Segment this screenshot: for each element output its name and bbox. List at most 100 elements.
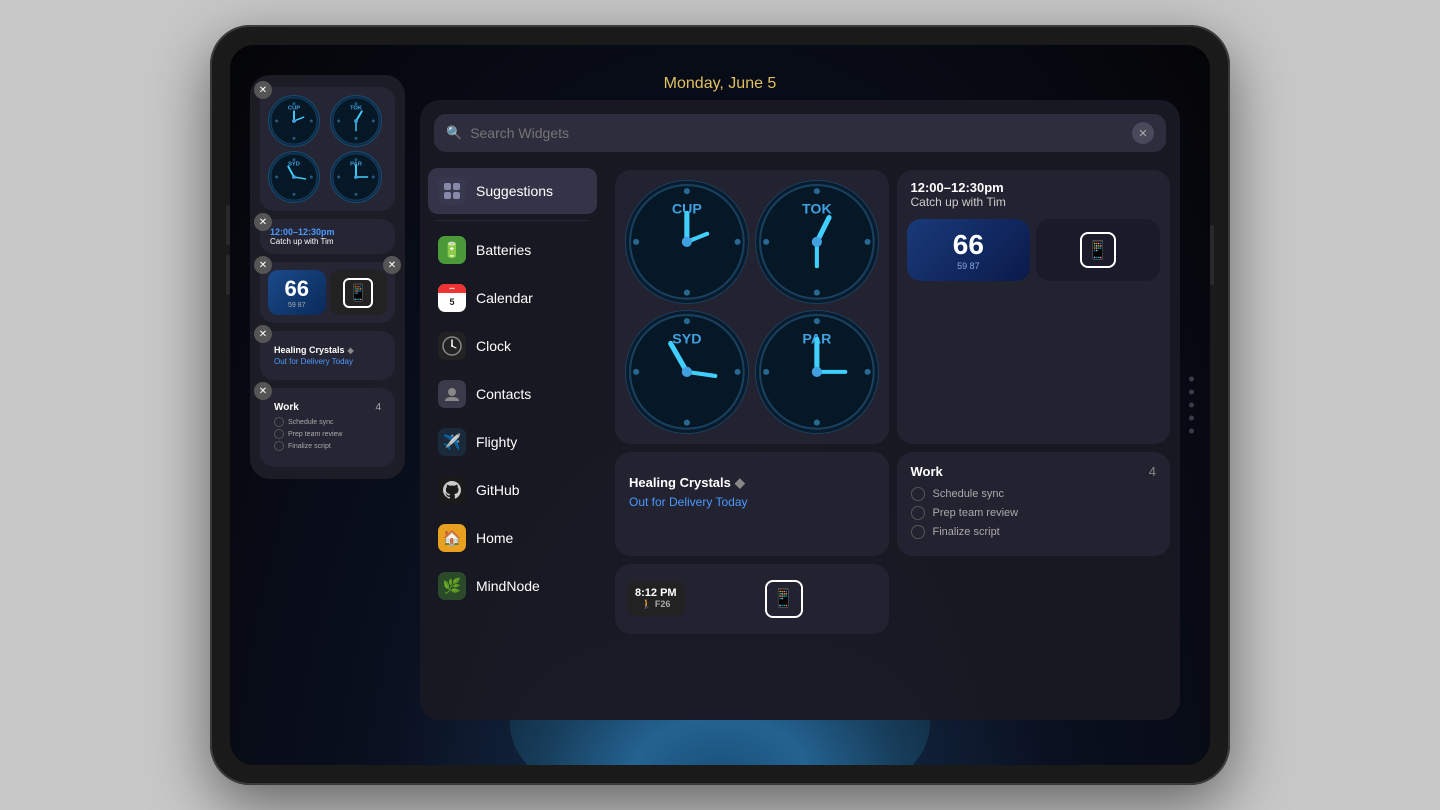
phone-icon: 📱	[343, 278, 373, 308]
crystals-content: Healing Crystals ◆ Out for Delivery Toda…	[268, 339, 387, 372]
preview-flight-widget[interactable]: 8:12 PM 🚶 F26 📱	[615, 564, 889, 634]
search-input[interactable]	[470, 125, 1124, 141]
preview-work-content: Work 4 Schedule sync Prep team review	[897, 452, 1171, 556]
preview-crystals-widget[interactable]: Healing Crystals ◆ Out for Delivery Toda…	[615, 452, 889, 556]
clock-widget-close[interactable]: ✕	[254, 81, 272, 99]
preview-work-count: 4	[1149, 464, 1156, 479]
preview-work-circle-3	[911, 525, 925, 539]
nav-item-contacts[interactable]: Contacts	[428, 371, 597, 417]
preview-phone-icon: 📱	[1080, 232, 1116, 268]
clock-widget-item[interactable]: ✕ CUP	[260, 87, 395, 211]
preview-flight-info: 8:12 PM 🚶 F26 📱	[627, 580, 877, 618]
preview-clock-syd: SYD	[625, 310, 749, 434]
work-item-text-1: Schedule sync	[288, 419, 334, 426]
nav-label-calendar: Calendar	[476, 290, 533, 306]
nav-label-batteries: Batteries	[476, 242, 531, 258]
search-bar[interactable]: 🔍 ✕	[434, 114, 1166, 152]
preview-work-title: Work	[911, 464, 943, 479]
mindnode-icon: 🌿	[438, 572, 466, 600]
work-widget-item[interactable]: ✕ Work 4 Schedule sync Prep team review	[260, 388, 395, 467]
preview-crystals-content: Healing Crystals ◆ Out for Delivery Toda…	[615, 452, 889, 532]
preview-calendar-widget[interactable]: 12:00–12:30pm Catch up with Tim 66 59 87	[897, 170, 1171, 444]
clock-face-cup: CUP	[268, 95, 320, 147]
nav-divider	[436, 220, 589, 221]
scroll-indicator	[1189, 377, 1194, 434]
widget-picker-panel: 🔍 ✕	[420, 100, 1180, 720]
ipad-frame: Monday, June 5 ✕ CUP	[210, 25, 1230, 785]
picker-content: Suggestions 🔋 Batteries ▪▪▪ 5	[420, 160, 1180, 720]
phone-icon-large: 📱	[765, 580, 803, 618]
batteries-icon: 🔋	[438, 236, 466, 264]
calendar-widget-item[interactable]: ✕ 12:00–12:30pm Catch up with Tim	[260, 219, 395, 254]
dot-3	[1189, 403, 1194, 408]
flight-time-block: 8:12 PM 🚶 F26	[627, 581, 685, 616]
phone-icon-right: 📱	[691, 580, 877, 618]
work-count: 4	[375, 402, 381, 413]
nav-item-calendar[interactable]: ▪▪▪ 5 Calendar	[428, 275, 597, 321]
preview-clock-grid: CUP	[615, 170, 889, 444]
work-header: Work 4	[274, 402, 381, 413]
weather-widget-item[interactable]: ✕ ✕ 66 59 87 📱	[260, 262, 395, 323]
preview-temp-widget: 66 59 87	[907, 219, 1031, 281]
widget-edit-list: ✕ CUP	[250, 75, 405, 479]
nav-item-clock[interactable]: Clock	[428, 323, 597, 369]
nav-label-github: GitHub	[476, 482, 520, 498]
calendar-icon: ▪▪▪ 5	[438, 284, 466, 312]
work-item-1: Schedule sync	[274, 417, 381, 427]
crystals-subtitle: Out for Delivery Today	[274, 357, 381, 366]
widget-preview-grid: CUP	[605, 160, 1180, 720]
preview-work-item-1: Schedule sync	[911, 487, 1157, 501]
work-item-text-3: Finalize script	[288, 443, 331, 450]
work-circle-3	[274, 441, 284, 451]
calendar-widget-close[interactable]: ✕	[254, 213, 272, 231]
dot-4	[1189, 416, 1194, 421]
date-display: Monday, June 5	[664, 75, 777, 93]
work-title: Work	[274, 402, 299, 413]
preview-work-widget[interactable]: Work 4 Schedule sync Prep team review	[897, 452, 1171, 556]
nav-item-github[interactable]: GitHub	[428, 467, 597, 513]
weather-grid: 66 59 87 📱	[268, 270, 387, 315]
nav-label-suggestions: Suggestions	[476, 183, 553, 199]
crystals-widget-close[interactable]: ✕	[254, 325, 272, 343]
svg-text:SYD: SYD	[672, 331, 701, 347]
work-item-text-2: Prep team review	[288, 431, 342, 438]
nav-item-mindnode[interactable]: 🌿 MindNode	[428, 563, 597, 609]
clock-face-par: PAR	[330, 151, 382, 203]
temperature-badge: 66 59 87	[268, 270, 326, 315]
flight-time: 8:12 PM	[635, 587, 677, 599]
flighty-icon: ✈️	[438, 428, 466, 456]
nav-label-clock: Clock	[476, 338, 511, 354]
work-item-3: Finalize script	[274, 441, 381, 451]
crystals-widget-item[interactable]: ✕ Healing Crystals ◆ Out for Delivery To…	[260, 331, 395, 380]
preview-temp-num: 66	[953, 229, 984, 261]
nav-item-suggestions[interactable]: Suggestions	[428, 168, 597, 214]
svg-text:TOK: TOK	[349, 105, 362, 111]
nav-item-home[interactable]: 🏠 Home	[428, 515, 597, 561]
preview-clock-widget[interactable]: CUP	[615, 170, 889, 444]
home-icon: 🏠	[438, 524, 466, 552]
clock-faces-grid: CUP	[268, 95, 387, 203]
preview-clock-par: PAR	[755, 310, 879, 434]
work-circle-1	[274, 417, 284, 427]
weather-widget-close-right[interactable]: ✕	[383, 256, 401, 274]
picker-navigation: Suggestions 🔋 Batteries ▪▪▪ 5	[420, 160, 605, 720]
clock-face-tok: TOK	[330, 95, 382, 147]
svg-text:TOK: TOK	[802, 201, 832, 217]
clock-icon	[438, 332, 466, 360]
search-close-button[interactable]: ✕	[1132, 122, 1154, 144]
nav-item-flighty[interactable]: ✈️ Flighty	[428, 419, 597, 465]
preview-work-text-1: Schedule sync	[933, 488, 1005, 500]
preview-cal-time: 12:00–12:30pm	[911, 180, 1157, 195]
svg-text:SYD: SYD	[288, 161, 300, 167]
preview-crystals-title: Healing Crystals ◆	[629, 475, 875, 491]
preview-cal-event: Catch up with Tim	[911, 195, 1157, 209]
nav-item-batteries[interactable]: 🔋 Batteries	[428, 227, 597, 273]
preview-work-circle-2	[911, 506, 925, 520]
flight-number: 🚶 F26	[641, 599, 670, 610]
work-widget-close[interactable]: ✕	[254, 382, 272, 400]
weather-widget-close-left[interactable]: ✕	[254, 256, 272, 274]
preview-work-item-2: Prep team review	[911, 506, 1157, 520]
work-circle-2	[274, 429, 284, 439]
contacts-icon	[438, 380, 466, 408]
power-button[interactable]	[1210, 225, 1214, 285]
